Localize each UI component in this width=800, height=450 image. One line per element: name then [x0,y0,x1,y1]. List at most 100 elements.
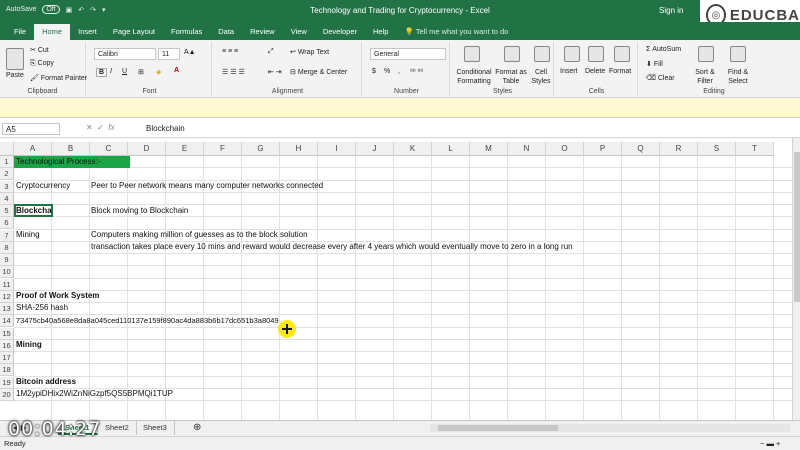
column-header-g[interactable]: G [242,142,280,156]
column-header-o[interactable]: O [546,142,584,156]
cell-a13[interactable]: SHA-256 hash [16,302,68,314]
row-header-2[interactable]: 2 [0,168,14,181]
column-header-s[interactable]: S [698,142,736,156]
row-header-16[interactable]: 16 [0,339,14,352]
name-box[interactable]: A5 [2,123,60,135]
row-header-11[interactable]: 11 [0,278,14,291]
tell-me-box[interactable]: 💡 Tell me what you want to do [396,24,516,40]
row-header-20[interactable]: 20 [0,388,14,401]
currency-button[interactable]: $ [372,68,376,75]
tab-formulas[interactable]: Formulas [163,24,210,40]
format-as-table-button[interactable]: Format as Table [494,68,528,86]
add-sheet-icon[interactable]: ⊕ [186,421,208,435]
wrap-text-button[interactable]: ↩ Wrap Text [290,48,329,56]
cell-a20[interactable]: 1M2ypiDHix2WiZnNiGzpf5QS5BPMQi1TUP [16,388,173,400]
column-header-n[interactable]: N [508,142,546,156]
sort-filter-icon[interactable] [698,46,714,62]
row-header-8[interactable]: 8 [0,241,14,254]
select-all-corner[interactable] [0,142,14,156]
insert-cells-icon[interactable] [564,46,580,62]
delete-cells-icon[interactable] [588,46,604,62]
tab-help[interactable]: Help [365,24,396,40]
cell-a12[interactable]: Proof of Work System [16,290,99,302]
column-header-k[interactable]: K [394,142,432,156]
row-header-7[interactable]: 7 [0,229,14,242]
cell-a1[interactable]: Technological Process:- [16,156,100,168]
vertical-scroll-thumb[interactable] [794,152,800,302]
row-header-4[interactable]: 4 [0,192,14,205]
cell-a7[interactable]: Mining [16,229,40,241]
row-header-15[interactable]: 15 [0,327,14,340]
borders-icon[interactable]: ⊞ [138,68,144,76]
sort-filter-button[interactable]: Sort & Filter [690,68,720,86]
merge-center-button[interactable]: ⊟ Merge & Center [290,68,347,76]
formula-input[interactable]: Blockchain [146,123,185,134]
align-left-icon[interactable]: ☰ ☰ ☰ [222,68,245,76]
percent-button[interactable]: % [384,68,390,75]
column-header-i[interactable]: I [318,142,356,156]
row-header-13[interactable]: 13 [0,303,14,316]
column-header-l[interactable]: L [432,142,470,156]
comma-style-icon[interactable]: , [398,68,400,75]
column-header-b[interactable]: B [52,142,90,156]
tab-insert[interactable]: Insert [70,24,105,40]
row-header-14[interactable]: 14 [0,315,14,328]
orientation-icon[interactable]: ⤢ [268,48,274,56]
delete-cells-button[interactable]: Delete [585,68,605,75]
column-header-j[interactable]: J [356,142,394,156]
cell-c8[interactable]: transaction takes place every 10 mins an… [91,241,573,253]
horizontal-scroll-thumb[interactable] [438,425,558,431]
tab-data[interactable]: Data [210,24,242,40]
column-header-p[interactable]: P [584,142,622,156]
zoom-slider-icon[interactable]: − ▬ + [760,437,780,450]
fx-icon[interactable]: ✕ ✓ fx [86,123,115,132]
underline-button[interactable]: U [122,68,127,75]
cell-styles-icon[interactable] [534,46,550,62]
format-as-table-icon[interactable] [504,46,520,62]
fill-button[interactable]: ⬇ Fill [646,60,663,68]
row-header-1[interactable]: 1 [0,156,14,169]
font-color-icon[interactable]: A [174,67,179,74]
cell-a3[interactable]: Cryptocurrency [16,180,70,192]
format-cells-button[interactable]: Format [609,68,631,75]
row-header-17[interactable]: 17 [0,352,14,365]
fill-color-icon[interactable]: ◈ [156,68,161,76]
conditional-formatting-button[interactable]: Conditional Formatting [454,68,494,86]
cell-a14[interactable]: 73475cb40a568e8da8a045ced110137e159f890a… [16,315,279,327]
cell-styles-button[interactable]: Cell Styles [528,68,554,86]
cell-c7[interactable]: Computers making million of guesses as t… [91,229,308,241]
row-header-18[interactable]: 18 [0,364,14,377]
tab-file[interactable]: File [6,24,34,40]
sheet-tab-sheet3[interactable]: Sheet3 [136,421,175,435]
paste-button[interactable]: Paste [6,72,24,79]
font-size-select[interactable]: 11 [158,48,180,60]
find-select-icon[interactable] [730,46,746,62]
italic-button[interactable]: I [110,68,112,75]
column-header-e[interactable]: E [166,142,204,156]
copy-button[interactable]: ⎘ Copy [30,60,54,68]
vertical-scrollbar[interactable] [792,138,800,420]
row-header-19[interactable]: 19 [0,376,14,389]
cut-button[interactable]: ✂ Cut [30,46,49,54]
cell-a19[interactable]: Bitcoin address [16,376,76,388]
clear-button[interactable]: ⌫ Clear [646,74,675,82]
row-header-3[interactable]: 3 [0,180,14,193]
tab-developer[interactable]: Developer [315,24,365,40]
find-select-button[interactable]: Find & Select [722,68,754,86]
column-header-t[interactable]: T [736,142,774,156]
paste-icon[interactable] [6,48,24,70]
column-header-r[interactable]: R [660,142,698,156]
format-cells-icon[interactable] [614,46,630,62]
grow-font-icon[interactable]: A▲ [184,49,196,56]
tab-view[interactable]: View [283,24,315,40]
cell-c3[interactable]: Peer to Peer network means many computer… [91,180,323,192]
row-header-6[interactable]: 6 [0,217,14,230]
sheet-tab-sheet2[interactable]: Sheet2 [98,421,137,435]
cell-a5[interactable]: Blockchain [16,205,52,217]
row-header-12[interactable]: 12 [0,290,14,303]
column-header-q[interactable]: Q [622,142,660,156]
bold-button[interactable]: B [96,68,108,77]
align-top-icon[interactable]: ≡ ≡ ≡ [222,48,238,55]
tab-review[interactable]: Review [242,24,283,40]
tab-home[interactable]: Home [34,24,71,40]
